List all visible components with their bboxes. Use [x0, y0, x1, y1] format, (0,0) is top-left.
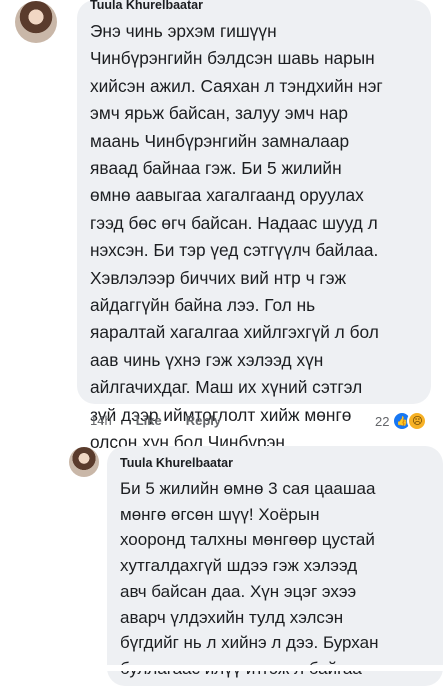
- comment-author[interactable]: Tuula Khurelbaatar: [90, 0, 203, 12]
- like-button[interactable]: Like: [136, 413, 162, 428]
- reaction-count: 22: [375, 413, 390, 429]
- comment-author[interactable]: Tuula Khurelbaatar: [120, 456, 233, 470]
- avatar[interactable]: [69, 447, 99, 477]
- crop-edge: [0, 665, 443, 671]
- sad-icon: ☹: [407, 411, 428, 431]
- reaction-summary[interactable]: 22 👍 ☹: [375, 411, 428, 431]
- avatar[interactable]: [15, 1, 57, 43]
- comment-text: Би 5 жилийн өмнө 3 сая цаашаа мөнгө өгсө…: [120, 479, 379, 678]
- reply-button[interactable]: Reply: [186, 413, 221, 428]
- comment-text: Энэ чинь эрхэм гишүүн Чинбүрэнгийн бэлдс…: [90, 21, 383, 453]
- comment-timestamp[interactable]: 14h: [90, 413, 112, 428]
- comment-actions: 14h Like Reply: [90, 413, 221, 428]
